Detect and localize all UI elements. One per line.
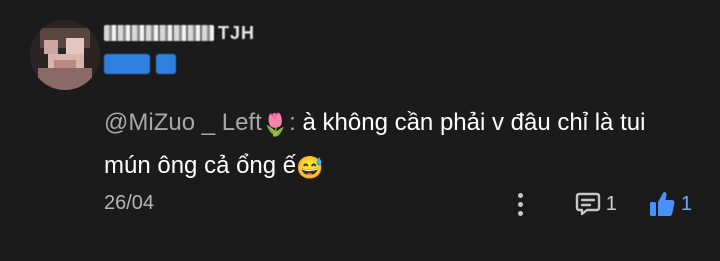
username[interactable]: TJH [104, 20, 255, 46]
like-button[interactable]: 1 [647, 189, 692, 219]
sweat-smile-emoji: 😅 [296, 155, 324, 180]
reply-count: 1 [605, 192, 617, 215]
user-badges [104, 54, 176, 74]
like-count: 1 [680, 192, 692, 215]
thumbs-up-icon [649, 192, 675, 216]
mention-link[interactable]: @MiZuo _ Left🌷: [104, 109, 296, 137]
username-suffix: TJH [218, 22, 256, 43]
level-badge [104, 54, 150, 74]
vertical-dots-icon[interactable] [510, 186, 532, 222]
comment-text: @MiZuo _ Left🌷: à không cần phải v đâu c… [104, 102, 684, 188]
tulip-emoji: 🌷 [261, 112, 290, 137]
reply-button[interactable]: 1 [574, 190, 617, 218]
comment-bubble-icon [575, 192, 600, 216]
comment-actions: 1 1 [510, 186, 692, 222]
avatar[interactable] [30, 20, 100, 90]
comment-date: 26/04 [104, 192, 155, 214]
role-badge [156, 54, 176, 74]
username-redacted [104, 25, 214, 41]
